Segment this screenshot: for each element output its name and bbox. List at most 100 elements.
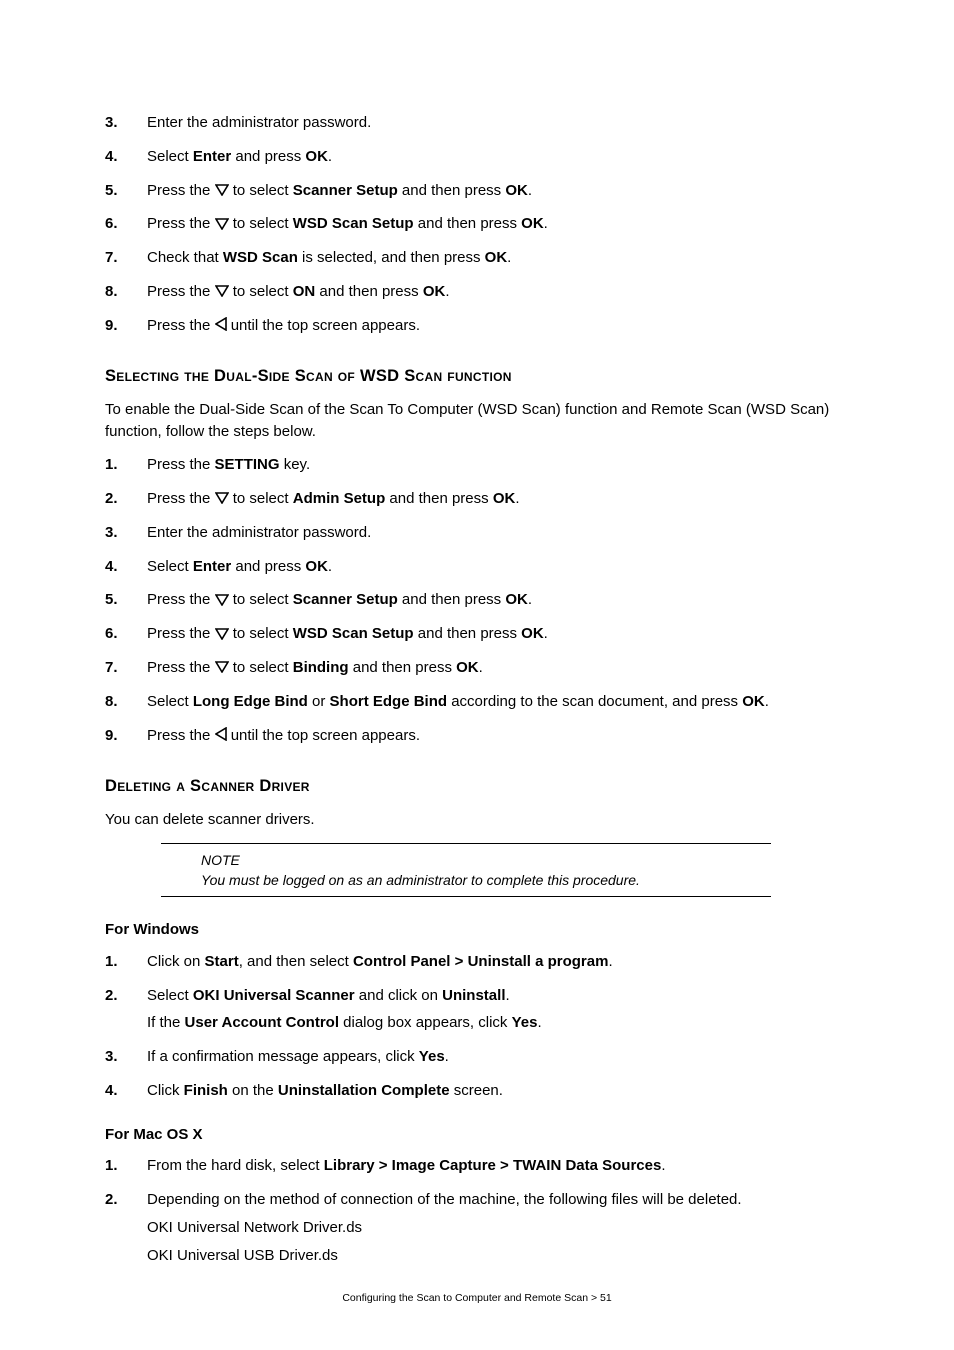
step-text: Enter the administrator password.: [147, 522, 854, 544]
step-body: From the hard disk, select Library > Ima…: [147, 1155, 854, 1177]
step-item: 3.Enter the administrator password.: [105, 112, 854, 134]
step-text: Select Long Edge Bind or Short Edge Bind…: [147, 691, 854, 713]
step-item: 4.Select Enter and press OK.: [105, 146, 854, 168]
step-text: Select OKI Universal Scanner and click o…: [147, 985, 854, 1007]
step-number: 6.: [105, 623, 147, 645]
down-arrow-icon: [215, 214, 229, 236]
step-list-a: 3.Enter the administrator password.4.Sel…: [105, 112, 854, 337]
step-text: Press the to select WSD Scan Setup and t…: [147, 623, 854, 645]
step-item: 1.Click on Start, and then select Contro…: [105, 951, 854, 973]
step-text: Press the to select Admin Setup and then…: [147, 488, 854, 510]
step-body: Press the to select Admin Setup and then…: [147, 488, 854, 510]
step-number: 7.: [105, 657, 147, 679]
step-text: Press the to select Binding and then pre…: [147, 657, 854, 679]
step-body: Click Finish on the Uninstallation Compl…: [147, 1080, 854, 1102]
step-number: 9.: [105, 725, 147, 747]
step-item: 5.Press the to select Scanner Setup and …: [105, 589, 854, 611]
step-item: 2.Select OKI Universal Scanner and click…: [105, 985, 854, 1035]
step-number: 4.: [105, 146, 147, 168]
step-body: Enter the administrator password.: [147, 112, 854, 134]
step-number: 8.: [105, 691, 147, 713]
note-text: You must be logged on as an administrato…: [201, 870, 771, 890]
step-body: Select Enter and press OK.: [147, 146, 854, 168]
heading-dual-side-scan: Selecting the Dual-Side Scan of WSD Scan…: [105, 365, 854, 389]
step-item: 2.Depending on the method of connection …: [105, 1189, 854, 1266]
step-item: 3.If a confirmation message appears, cli…: [105, 1046, 854, 1068]
step-number: 1.: [105, 951, 147, 973]
step-body: Check that WSD Scan is selected, and the…: [147, 247, 854, 269]
step-text: Select Enter and press OK.: [147, 146, 854, 168]
step-list-mac: 1.From the hard disk, select Library > I…: [105, 1155, 854, 1266]
left-arrow-icon: [215, 315, 227, 337]
step-item: 6.Press the to select WSD Scan Setup and…: [105, 623, 854, 645]
step-body: Enter the administrator password.: [147, 522, 854, 544]
step-number: 4.: [105, 1080, 147, 1102]
step-body: Press the to select Binding and then pre…: [147, 657, 854, 679]
heading-for-windows: For Windows: [105, 919, 854, 941]
note-block: NOTE You must be logged on as an adminis…: [161, 843, 771, 898]
step-body: Click on Start, and then select Control …: [147, 951, 854, 973]
step-body: Select OKI Universal Scanner and click o…: [147, 985, 854, 1035]
step-item: 7.Check that WSD Scan is selected, and t…: [105, 247, 854, 269]
step-text: OKI Universal USB Driver.ds: [147, 1245, 854, 1267]
step-text: Press the to select ON and then press OK…: [147, 281, 854, 303]
step-item: 3.Enter the administrator password.: [105, 522, 854, 544]
step-item: 1.Press the SETTING key.: [105, 454, 854, 476]
step-body: Press the until the top screen appears.: [147, 315, 854, 337]
step-number: 1.: [105, 454, 147, 476]
step-body: Press the to select Scanner Setup and th…: [147, 180, 854, 202]
step-number: 4.: [105, 556, 147, 578]
heading-for-macosx: For Mac OS X: [105, 1124, 854, 1146]
step-number: 3.: [105, 112, 147, 134]
step-number: 5.: [105, 180, 147, 202]
step-number: 3.: [105, 522, 147, 544]
step-item: 2.Press the to select Admin Setup and th…: [105, 488, 854, 510]
down-arrow-icon: [215, 657, 229, 679]
step-body: Press the to select Scanner Setup and th…: [147, 589, 854, 611]
step-text: Press the until the top screen appears.: [147, 315, 854, 337]
step-item: 9.Press the until the top screen appears…: [105, 315, 854, 337]
step-text: Press the to select Scanner Setup and th…: [147, 180, 854, 202]
down-arrow-icon: [215, 488, 229, 510]
step-number: 6.: [105, 213, 147, 235]
step-text: OKI Universal Network Driver.ds: [147, 1217, 854, 1239]
step-item: 7.Press the to select Binding and then p…: [105, 657, 854, 679]
step-text: Enter the administrator password.: [147, 112, 854, 134]
step-text: Click on Start, and then select Control …: [147, 951, 854, 973]
step-item: 8.Press the to select ON and then press …: [105, 281, 854, 303]
step-number: 2.: [105, 488, 147, 510]
step-text: If the User Account Control dialog box a…: [147, 1012, 854, 1034]
step-body: Press the to select WSD Scan Setup and t…: [147, 623, 854, 645]
step-number: 7.: [105, 247, 147, 269]
page-footer: Configuring the Scan to Computer and Rem…: [0, 1291, 954, 1306]
step-item: 1.From the hard disk, select Library > I…: [105, 1155, 854, 1177]
left-arrow-icon: [215, 725, 227, 747]
down-arrow-icon: [215, 180, 229, 202]
step-body: If a confirmation message appears, click…: [147, 1046, 854, 1068]
step-item: 8.Select Long Edge Bind or Short Edge Bi…: [105, 691, 854, 713]
para-dual-side: To enable the Dual-Side Scan of the Scan…: [105, 399, 854, 443]
step-text: Press the SETTING key.: [147, 454, 854, 476]
down-arrow-icon: [215, 281, 229, 303]
step-number: 5.: [105, 589, 147, 611]
step-list-windows: 1.Click on Start, and then select Contro…: [105, 951, 854, 1102]
para-delete: You can delete scanner drivers.: [105, 809, 854, 831]
step-text: Press the until the top screen appears.: [147, 725, 854, 747]
step-item: 5.Press the to select Scanner Setup and …: [105, 180, 854, 202]
step-list-b: 1.Press the SETTING key.2.Press the to s…: [105, 454, 854, 747]
step-item: 4.Select Enter and press OK.: [105, 556, 854, 578]
step-text: Press the to select WSD Scan Setup and t…: [147, 213, 854, 235]
down-arrow-icon: [215, 590, 229, 612]
step-text: From the hard disk, select Library > Ima…: [147, 1155, 854, 1177]
note-title: NOTE: [201, 850, 771, 870]
step-number: 2.: [105, 985, 147, 1035]
step-text: Press the to select Scanner Setup and th…: [147, 589, 854, 611]
step-text: Click Finish on the Uninstallation Compl…: [147, 1080, 854, 1102]
down-arrow-icon: [215, 624, 229, 646]
step-body: Select Long Edge Bind or Short Edge Bind…: [147, 691, 854, 713]
step-body: Depending on the method of connection of…: [147, 1189, 854, 1266]
step-number: 1.: [105, 1155, 147, 1177]
step-text: Select Enter and press OK.: [147, 556, 854, 578]
step-body: Press the until the top screen appears.: [147, 725, 854, 747]
step-body: Press the to select ON and then press OK…: [147, 281, 854, 303]
